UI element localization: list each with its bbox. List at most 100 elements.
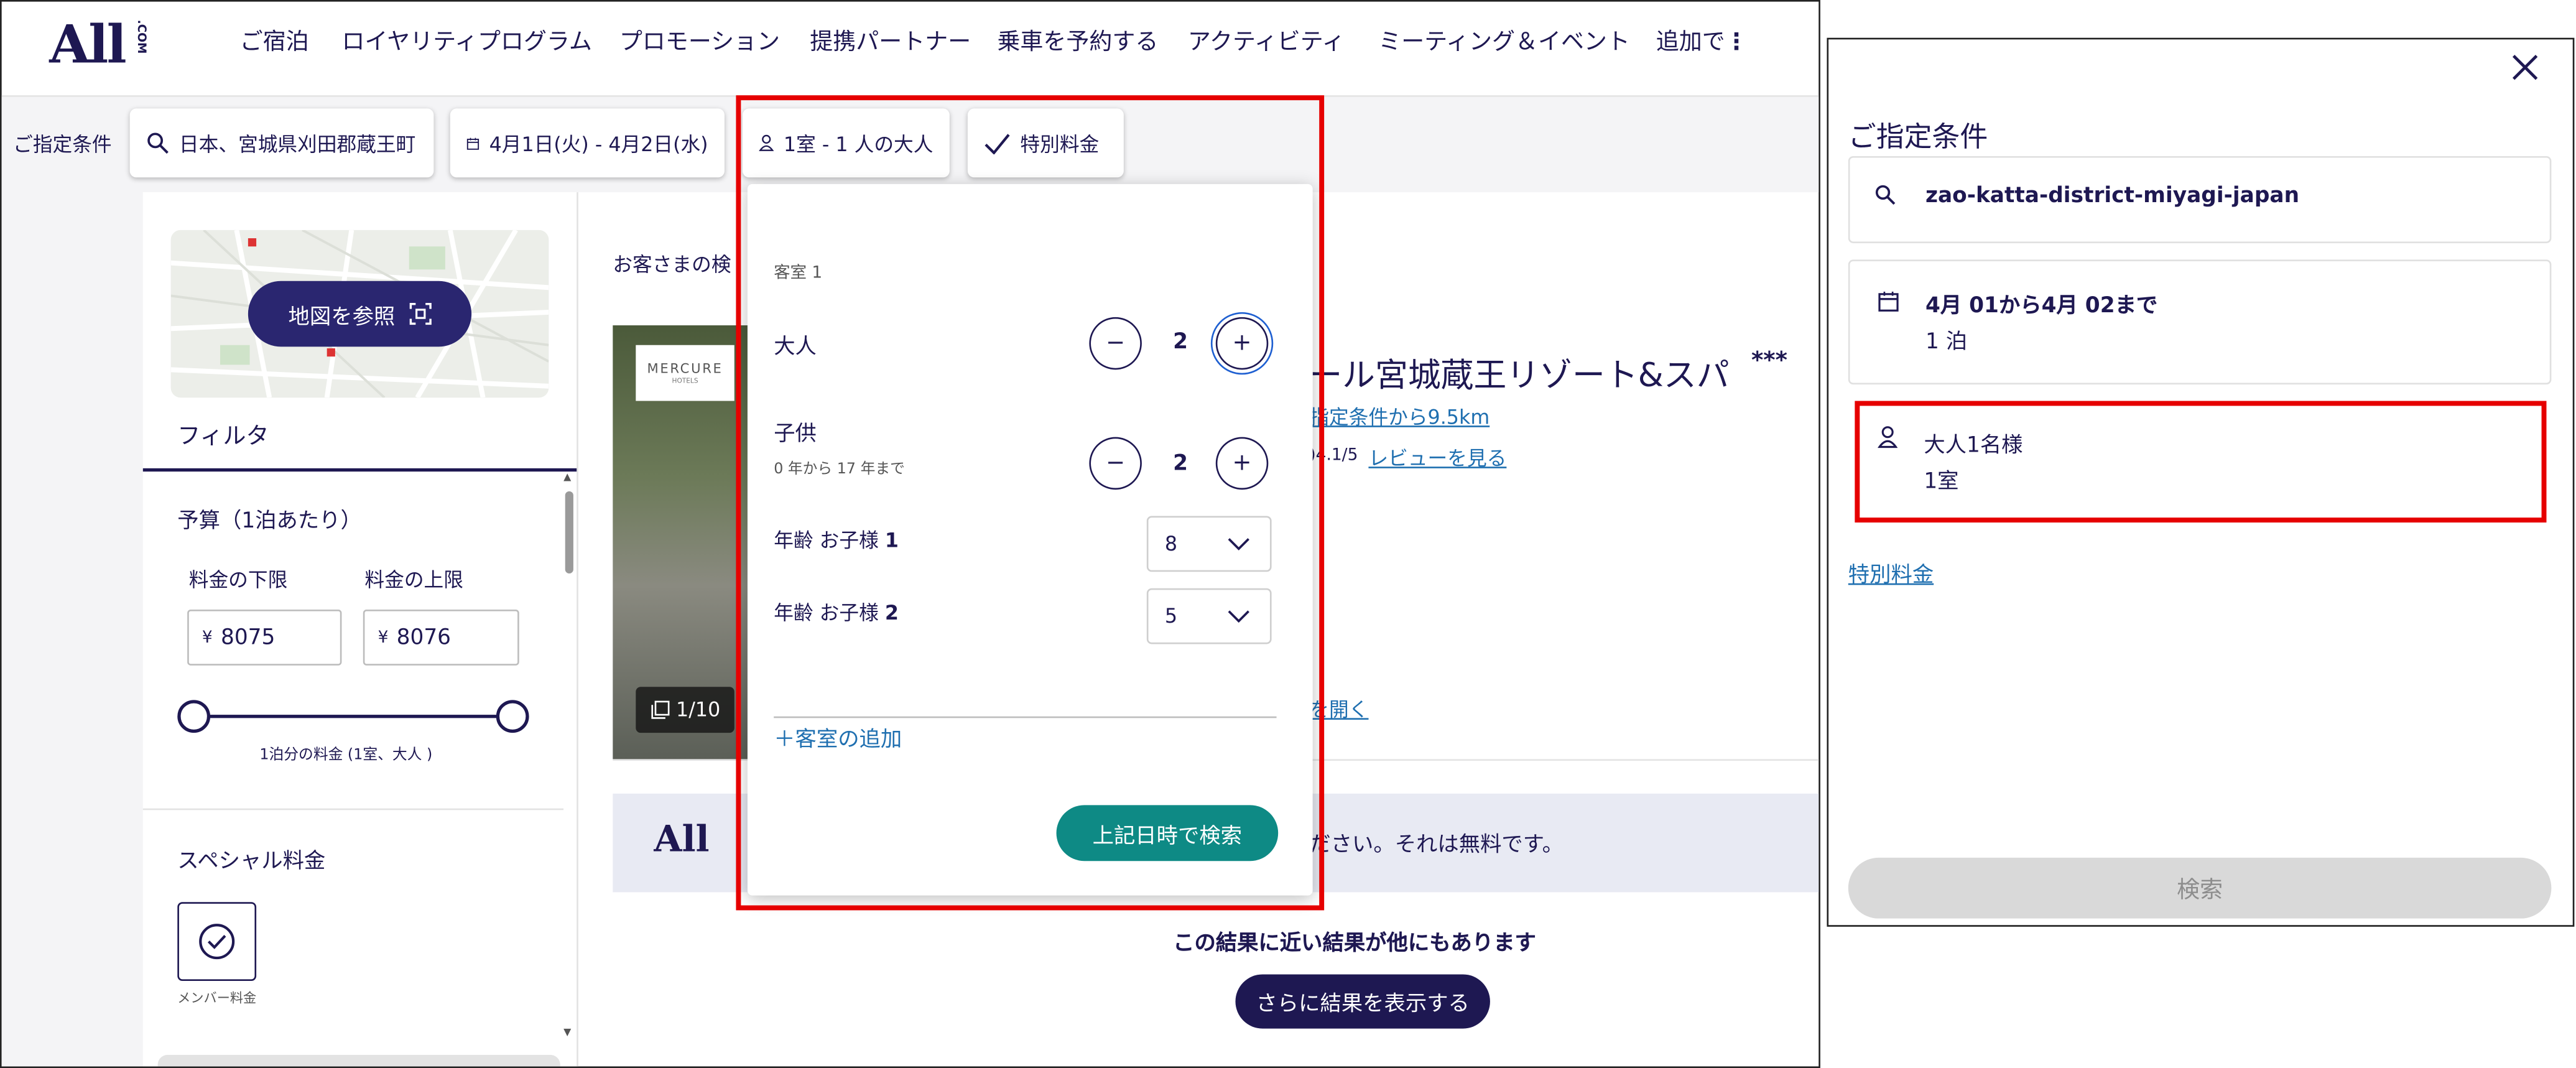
adults-label: 大人 [774,335,817,360]
plus-icon: + [1232,450,1252,477]
logo-text: All [49,13,127,76]
min-price-label: 料金の下限 [188,568,288,592]
adults-minus-button[interactable]: − [1089,317,1142,370]
search-bar-label: ご指定条件 [13,132,112,156]
filter-divider [142,468,577,472]
minus-icon: − [1106,330,1126,357]
nav-activities[interactable]: アクティビティ [1188,25,1345,58]
min-price-input[interactable]: ¥ 8075 [187,610,342,666]
child2-age-label: 年齢 お子様 2 [774,598,899,626]
dates-text: 4月1日(火) - 4月2日(水) [489,132,708,156]
photo-counter: 1/10 [636,687,734,733]
children-plus-button[interactable]: + [1215,437,1269,490]
max-price-value: 8076 [396,625,452,650]
panel-destination-text: zao-katta-district-miyagi-japan [1925,183,2300,209]
calendar-icon [1878,291,1899,312]
banner-logo: All [654,818,710,861]
photo-count: 1/10 [676,698,721,722]
nav-stays[interactable]: ご宿泊 [240,25,309,58]
panel-search-label: 検索 [2177,876,2223,903]
calendar-icon [466,137,480,149]
chevron-down-icon [1228,610,1249,623]
max-currency: ¥ [378,628,389,647]
child2-age-label-text: 年齢 お子様 [774,601,885,625]
map-thumbnail[interactable]: 地図を参照 [170,230,549,398]
nav-meetings[interactable]: ミーティング＆イベント [1378,25,1630,58]
banner-text: ださい。それは無料です。 [1309,833,1564,858]
popup-search-label: 上記日時で検索 [1092,824,1243,849]
add-room-link[interactable]: ＋客室の追加 [774,722,902,753]
price-slider-max-handle[interactable] [496,700,529,733]
page-gutter [1,192,143,1067]
popup-divider [774,716,1277,718]
adults-plus-button[interactable]: + [1215,317,1269,370]
panel-nights-text: 1 泊 [1925,330,1968,355]
child1-age-label-num: 1 [884,529,899,552]
child2-age-label-num: 2 [884,601,899,625]
nav-loyalty[interactable]: ロイヤリティプログラム [341,25,591,58]
nav-promotions[interactable]: プロモーション [619,25,780,58]
children-minus-button[interactable]: − [1089,437,1142,490]
price-slider-track [193,715,513,718]
scroll-down-icon: ▼ [563,1026,572,1039]
more-dots-icon: ⋮ [1725,29,1748,56]
panel-special-rate-link[interactable]: 特別料金 [1848,557,1934,588]
view-map-button[interactable]: 地図を参照 [248,281,472,347]
child1-age-value: 8 [1164,532,1178,555]
brand-name: MERCURE [647,361,723,376]
search-icon [147,132,169,154]
sidebar-scrollbar[interactable]: ▲ ▼ [563,471,575,1038]
slider-caption: 1泊分の料金 (1室、大人 ) [259,747,433,764]
popup-search-button[interactable]: 上記日時で検索 [1056,805,1279,861]
logo-sub: .COM [134,19,148,54]
max-price-input[interactable]: ¥ 8076 [363,610,519,666]
children-label: 子供 [774,422,817,447]
min-currency: ¥ [202,628,213,647]
panel-dates-text: 4月 01から4月 02まで [1925,294,2158,319]
close-icon[interactable] [2510,53,2540,83]
child2-age-select[interactable]: 5 [1146,588,1272,644]
show-more-button[interactable]: さらに結果を表示する [1235,974,1490,1029]
special-rates-title: スペシャル料金 [177,849,326,875]
max-price-label: 料金の上限 [364,568,463,592]
sidebar-bottom-bar [157,1054,560,1067]
panel-destination-field[interactable]: zao-katta-district-miyagi-japan [1848,156,2552,243]
member-rate-label: メンバー料金 [177,990,257,1006]
child1-age-label-text: 年齢 お子様 [774,529,885,552]
member-rate-checkbox[interactable] [177,902,257,982]
panel-dates-field[interactable]: 4月 01から4月 02まで 1 泊 [1848,259,2552,385]
view-map-label: 地図を参照 [288,305,396,330]
brand-badge: MERCURE HOTELS [636,345,734,401]
min-price-value: 8075 [220,625,276,650]
nearby-title: この結果に近い結果が他にもあります [1173,931,1536,957]
scroll-thumb[interactable] [565,491,573,573]
results-intro: お客さまの検 [613,253,731,276]
chevron-down-icon [1228,538,1249,550]
children-count: 2 [1173,452,1188,477]
review-link[interactable]: レビューを見る [1368,443,1506,471]
highlight-box-guests [1855,401,2547,523]
budget-title: 予算（1泊あたり） [177,509,362,534]
scroll-up-icon: ▲ [563,471,572,483]
destination-text: 日本、宮城県刈田郡蔵王町 [178,132,416,156]
logo[interactable]: All .COM [49,13,157,79]
hotel-name[interactable]: ール宮城蔵王リゾート&スパ [1309,348,1729,396]
distance-link[interactable]: 指定条件から9.5km [1309,402,1490,430]
child2-age-value: 5 [1164,605,1178,628]
room-label: 客室 1 [774,264,823,283]
dates-chip[interactable]: 4月1日(火) - 4月2日(水) [450,108,725,178]
nav-partners[interactable]: 提携パートナー [810,25,971,58]
adults-count: 2 [1173,330,1188,355]
filter-title: フィルタ [177,424,269,450]
destination-chip[interactable]: 日本、宮城県刈田郡蔵王町 [129,108,434,178]
show-more-label: さらに結果を表示する [1256,992,1470,1018]
nav-more[interactable]: 追加で⋮ [1656,25,1748,58]
children-age-hint: 0 年から 17 年まで [774,462,905,478]
hotel-stars: *** [1751,348,1787,375]
child1-age-label: 年齢 お子様 1 [774,526,899,554]
nav-ride[interactable]: 乗車を予約する [997,25,1158,58]
expand-icon [409,302,431,325]
price-slider-min-handle[interactable] [177,700,211,733]
child1-age-select[interactable]: 8 [1146,516,1272,572]
panel-search-button[interactable]: 検索 [1848,857,2552,919]
